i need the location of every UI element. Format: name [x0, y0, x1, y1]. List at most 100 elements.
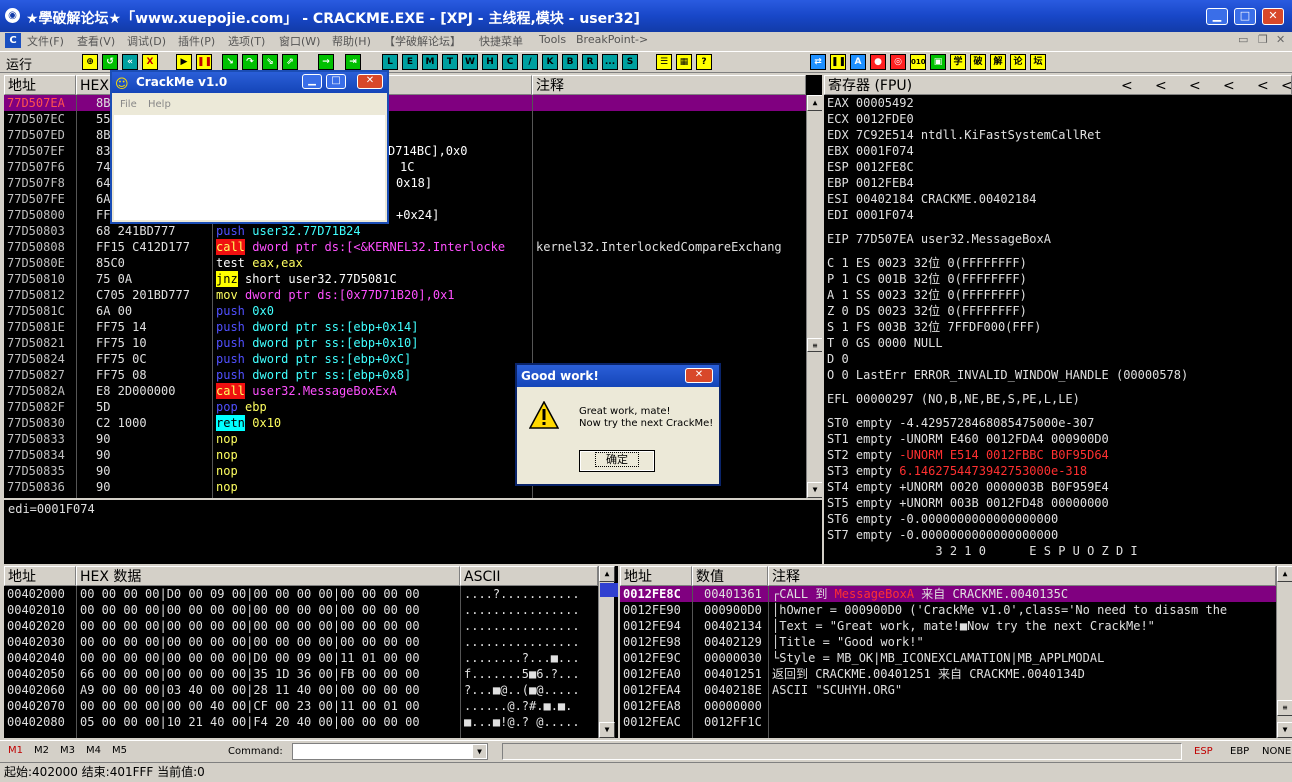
register-line[interactable]: O 0 LastErr ERROR_INVALID_WINDOW_HANDLE …: [827, 367, 1188, 383]
dump-ascii[interactable]: ................: [464, 618, 580, 634]
esp-button[interactable]: ESP: [1194, 746, 1213, 757]
menu-view[interactable]: 查看(V): [77, 33, 115, 49]
rewind-icon[interactable]: «: [122, 54, 138, 70]
dump-header-hex[interactable]: HEX 数据: [76, 566, 460, 586]
stack-comment[interactable]: └Style = MB_OK|MB_ICONEXCLAMATION|MB_APP…: [772, 650, 1104, 666]
dump-ascii[interactable]: ■...■!@.? @.....: [464, 714, 580, 730]
register-line[interactable]: ST5 empty +UNORM 003B 0012FD48 00000000: [827, 495, 1109, 511]
record-icon[interactable]: ●: [870, 54, 886, 70]
stack-value[interactable]: 00401251: [704, 666, 762, 682]
dump-ascii[interactable]: ................: [464, 602, 580, 618]
dump-hex[interactable]: 00 00 00 00|00 00 40 00|CF 00 23 00|11 0…: [80, 698, 420, 714]
none-button[interactable]: NONE: [1262, 746, 1291, 757]
dump-stack-splitter[interactable]: [600, 583, 618, 597]
register-line[interactable]: S 1 FS 003B 32位 7FFDF000(FFF): [827, 319, 1041, 335]
stack-addr[interactable]: 0012FE90: [623, 602, 681, 618]
stack-value[interactable]: 00000030: [704, 650, 762, 666]
callstack-window-icon[interactable]: K: [542, 54, 558, 70]
register-line[interactable]: A 1 SS 0023 32位 0(FFFFFFFF): [827, 287, 1027, 303]
register-line[interactable]: ESI 00402184 CRACKME.00402184: [827, 191, 1037, 207]
modules-window-icon[interactable]: E: [402, 54, 418, 70]
register-line[interactable]: ST3 empty 6.1462754473942753000e-318: [827, 463, 1087, 479]
disasm-header-comment[interactable]: 注释: [532, 75, 806, 95]
mdi-close-icon[interactable]: ✕: [1276, 33, 1285, 46]
message-box-close-button[interactable]: ✕: [685, 368, 713, 383]
stack-header-comment[interactable]: 注释: [768, 566, 1276, 586]
ebp-button[interactable]: EBP: [1230, 746, 1249, 757]
handles-window-icon[interactable]: H: [482, 54, 498, 70]
mdi-minimize-icon[interactable]: ▭: [1238, 33, 1248, 46]
register-line[interactable]: EDX 7C92E514 ntdll.KiFastSystemCallRet: [827, 127, 1102, 143]
register-line[interactable]: ST4 empty +UNORM 0020 0000003B B0F959E4: [827, 479, 1109, 495]
crackme-minimize-button[interactable]: ▁: [302, 74, 322, 89]
command-input[interactable]: ▼: [292, 743, 488, 760]
dump-addr[interactable]: 00402070: [7, 698, 65, 714]
run-trace-window-icon[interactable]: ...: [602, 54, 618, 70]
minimize-button[interactable]: ▁: [1206, 8, 1228, 25]
toolbar-char-po[interactable]: 破: [970, 54, 986, 70]
log-window-icon[interactable]: L: [382, 54, 398, 70]
dump-hex[interactable]: 00 00 00 00|00 00 00 00|00 00 00 00|00 0…: [80, 602, 420, 618]
stack-comment[interactable]: ASCII "SCUHYH.ORG": [772, 682, 902, 698]
stack-value[interactable]: 000900D0: [704, 602, 762, 618]
stack-header-value[interactable]: 数值: [692, 566, 768, 586]
mark-m3[interactable]: M3: [60, 745, 75, 756]
close-button[interactable]: ✕: [1262, 8, 1284, 25]
dump-header-addr[interactable]: 地址: [4, 566, 76, 586]
command-dropdown-icon[interactable]: ▼: [472, 744, 487, 759]
breakpoints-window-icon[interactable]: B: [562, 54, 578, 70]
dump-hex[interactable]: 05 00 00 00|10 21 40 00|F4 20 40 00|00 0…: [80, 714, 420, 730]
dump-pane[interactable]: 地址 HEX 数据 ASCII 00402000 00 00 00 00|D0 0…: [4, 566, 618, 738]
window-icon[interactable]: ▣: [930, 54, 946, 70]
message-box[interactable]: Good work! ✕ Great work, mate! Now try t…: [515, 363, 721, 486]
register-line[interactable]: EAX 00005492: [827, 95, 914, 111]
register-line[interactable]: ESP 0012FE8C: [827, 159, 914, 175]
help-icon[interactable]: ?: [696, 54, 712, 70]
scroll-down-icon[interactable]: ▼: [1277, 722, 1292, 738]
execute-till-return-icon[interactable]: →: [318, 54, 334, 70]
crackme-window[interactable]: ☺ CrackMe v1.0 ▁ □ ✕ File Help: [110, 70, 389, 224]
menu-plugins[interactable]: 插件(P): [178, 33, 215, 49]
refresh-icon[interactable]: ⇄: [810, 54, 826, 70]
mark-m1[interactable]: M1: [8, 745, 23, 756]
disasm-row[interactable]: 77D5080E 85C0 test eax,eax: [4, 255, 806, 271]
stack-addr[interactable]: 0012FE8C: [623, 586, 681, 602]
patches-window-icon[interactable]: /: [522, 54, 538, 70]
scroll-down-icon[interactable]: ▼: [599, 722, 615, 738]
disasm-row[interactable]: 77D50810 75 0A jnz short user32.77D5081C: [4, 271, 806, 287]
scroll-up-icon[interactable]: ▲: [1277, 566, 1292, 582]
disasm-row[interactable]: 77D5081C 6A 00 push 0x0: [4, 303, 806, 319]
disasm-row[interactable]: 77D50812 C705 201BD777 mov dword ptr ds:[0x…: [4, 287, 806, 303]
dump-header-ascii[interactable]: ASCII: [460, 566, 598, 586]
disasm-row[interactable]: 77D5081E FF75 14 push dword ptr ss:[ebp+0x1…: [4, 319, 806, 335]
register-line[interactable]: Z 0 DS 0023 32位 0(FFFFFFFF): [827, 303, 1027, 319]
goto-icon[interactable]: ⇥: [345, 54, 361, 70]
menu-tools[interactable]: Tools: [539, 33, 566, 46]
stack-comment[interactable]: │Title = "Good work!": [772, 634, 924, 650]
dump-hex[interactable]: 00 00 00 00|00 00 00 00|D0 00 09 00|11 0…: [80, 650, 420, 666]
crackme-close-button[interactable]: ✕: [357, 74, 383, 89]
close-process-icon[interactable]: X: [142, 54, 158, 70]
menu-xpj[interactable]: 【学破解论坛】: [384, 33, 461, 49]
register-line[interactable]: EIP 77D507EA user32.MessageBoxA: [827, 231, 1051, 247]
reg-nav-icon[interactable]: <: [1155, 76, 1167, 94]
reg-nav-icon[interactable]: <: [1189, 76, 1201, 94]
dump-addr[interactable]: 00402080: [7, 714, 65, 730]
dump-addr[interactable]: 00402040: [7, 650, 65, 666]
register-line[interactable]: EBP 0012FEB4: [827, 175, 914, 191]
dump-ascii[interactable]: ................: [464, 634, 580, 650]
stack-addr[interactable]: 0012FE9C: [623, 650, 681, 666]
toolbar-char-xue[interactable]: 学: [950, 54, 966, 70]
stack-value[interactable]: 00000000: [704, 698, 762, 714]
mark-m2[interactable]: M2: [34, 745, 49, 756]
scroll-down-icon[interactable]: ▼: [807, 482, 822, 498]
register-line[interactable]: D 0: [827, 351, 849, 367]
stack-addr[interactable]: 0012FEA0: [623, 666, 681, 682]
reg-nav-icon[interactable]: <: [1121, 76, 1133, 94]
register-line[interactable]: T 0 GS 0000 NULL: [827, 335, 943, 351]
crackme-titlebar[interactable]: ☺ CrackMe v1.0 ▁ □ ✕: [112, 72, 387, 93]
dump-addr[interactable]: 00402050: [7, 666, 65, 682]
grid-icon[interactable]: ▦: [676, 54, 692, 70]
register-line[interactable]: EBX 0001F074: [827, 143, 914, 159]
menu-breakpoint[interactable]: BreakPoint->: [576, 33, 648, 46]
